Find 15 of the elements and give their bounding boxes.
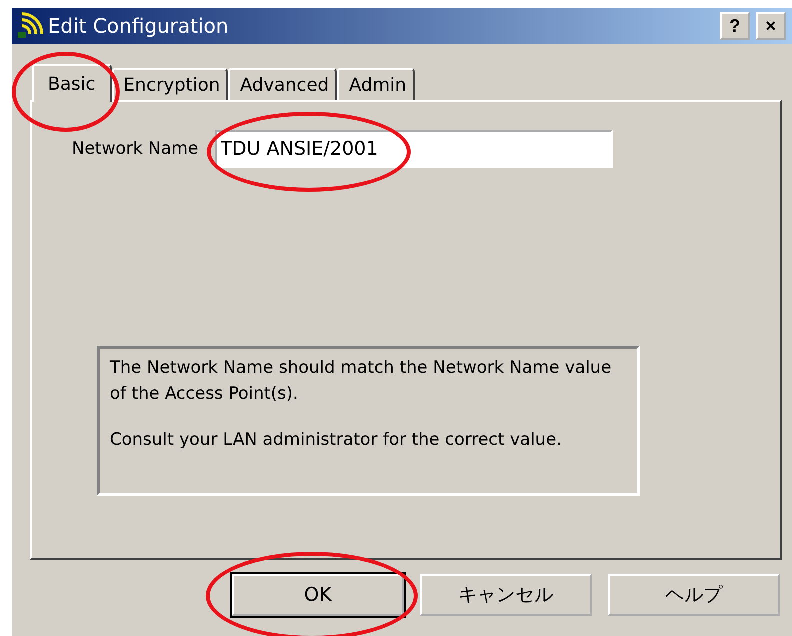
tab[interactable]: Encryption bbox=[112, 68, 228, 100]
tab[interactable]: Advanced bbox=[228, 68, 338, 100]
info-text: The Network Name should match the Network Name value of the Access Point(s). bbox=[110, 357, 613, 406]
dialog-button[interactable]: ヘルプ bbox=[608, 574, 780, 616]
dialog-button[interactable]: キャンセル bbox=[420, 574, 592, 616]
help-button[interactable]: ? bbox=[720, 12, 750, 40]
field-label: Network Name bbox=[72, 139, 199, 159]
info-text: Consult your LAN administrator for the correct value. bbox=[110, 429, 563, 452]
wireless-icon bbox=[16, 12, 44, 40]
close-button[interactable]: × bbox=[756, 12, 786, 40]
network-name-field[interactable]: TDU ANSIE/2001 bbox=[214, 130, 613, 168]
dialog-button[interactable]: OK bbox=[232, 574, 404, 616]
tab[interactable]: Admin bbox=[337, 68, 415, 100]
tab[interactable]: Basic bbox=[32, 64, 112, 102]
window-title: Edit Configuration bbox=[48, 14, 230, 38]
